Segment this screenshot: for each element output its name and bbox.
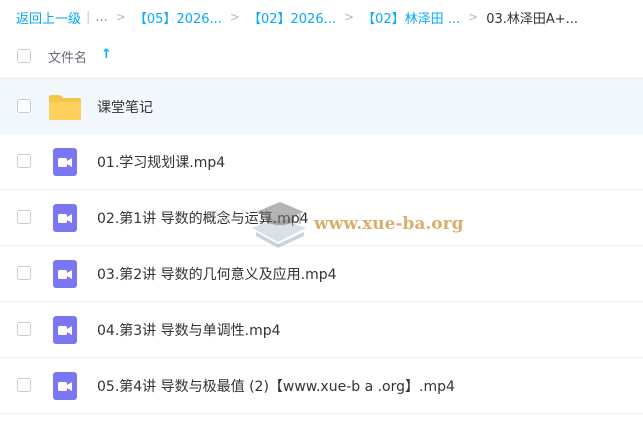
chevron-right-icon: > — [344, 10, 355, 24]
file-name[interactable]: 课堂笔记 — [97, 97, 153, 117]
video-file-icon — [53, 148, 77, 176]
list-item[interactable]: 课堂笔记 — [0, 78, 643, 134]
file-name[interactable]: 02.第1讲 导数的概念与运算.mp4 — [97, 208, 309, 228]
file-list: 课堂笔记 01.学习规划课.mp4 02.第1讲 导数的概念与运算.mp4 03… — [0, 78, 643, 414]
breadcrumb-item[interactable]: 【05】2026... — [134, 8, 222, 27]
video-file-icon — [53, 204, 77, 232]
video-file-icon — [53, 260, 77, 288]
list-item[interactable]: 03.第2讲 导数的几何意义及应用.mp4 — [0, 246, 643, 302]
list-item[interactable]: 01.学习规划课.mp4 — [0, 134, 643, 190]
row-checkbox[interactable] — [17, 210, 31, 224]
chevron-right-icon: > — [468, 10, 479, 24]
file-list-header: 文件名 ↑ — [0, 34, 643, 78]
row-checkbox[interactable] — [17, 154, 31, 168]
file-name[interactable]: 04.第3讲 导数与单调性.mp4 — [97, 320, 281, 340]
breadcrumb: 返回上一级 | ... > 【05】2026... > 【02】2026... … — [0, 0, 643, 34]
list-item[interactable]: 04.第3讲 导数与单调性.mp4 — [0, 302, 643, 358]
select-all-checkbox[interactable] — [17, 49, 31, 63]
back-link[interactable]: 返回上一级 — [16, 8, 81, 27]
arrow-up-icon[interactable]: ↑ — [101, 47, 112, 62]
folder-icon — [49, 95, 81, 120]
breadcrumb-current: 03.林泽田A+... — [486, 11, 579, 27]
file-name[interactable]: 05.第4讲 导数与极最值 (2)【www.xue-b a .org】.mp4 — [97, 376, 455, 396]
file-name[interactable]: 01.学习规划课.mp4 — [97, 152, 225, 172]
breadcrumb-divider: | — [86, 9, 91, 25]
breadcrumb-item[interactable]: 【02】林泽田 ... — [362, 8, 460, 27]
row-checkbox[interactable] — [17, 322, 31, 336]
list-item[interactable]: 02.第1讲 导数的概念与运算.mp4 — [0, 190, 643, 246]
breadcrumb-item[interactable]: 【02】2026... — [248, 8, 336, 27]
breadcrumb-overflow[interactable]: ... — [95, 10, 107, 25]
file-name[interactable]: 03.第2讲 导数的几何意义及应用.mp4 — [97, 264, 337, 284]
row-checkbox[interactable] — [17, 378, 31, 392]
video-file-icon — [53, 316, 77, 344]
chevron-right-icon: > — [115, 10, 126, 24]
video-file-icon — [53, 372, 77, 400]
chevron-right-icon: > — [229, 10, 240, 24]
row-checkbox[interactable] — [17, 266, 31, 280]
filename-column-header[interactable]: 文件名 — [48, 47, 87, 66]
list-item[interactable]: 05.第4讲 导数与极最值 (2)【www.xue-b a .org】.mp4 — [0, 358, 643, 414]
row-checkbox[interactable] — [17, 99, 31, 113]
